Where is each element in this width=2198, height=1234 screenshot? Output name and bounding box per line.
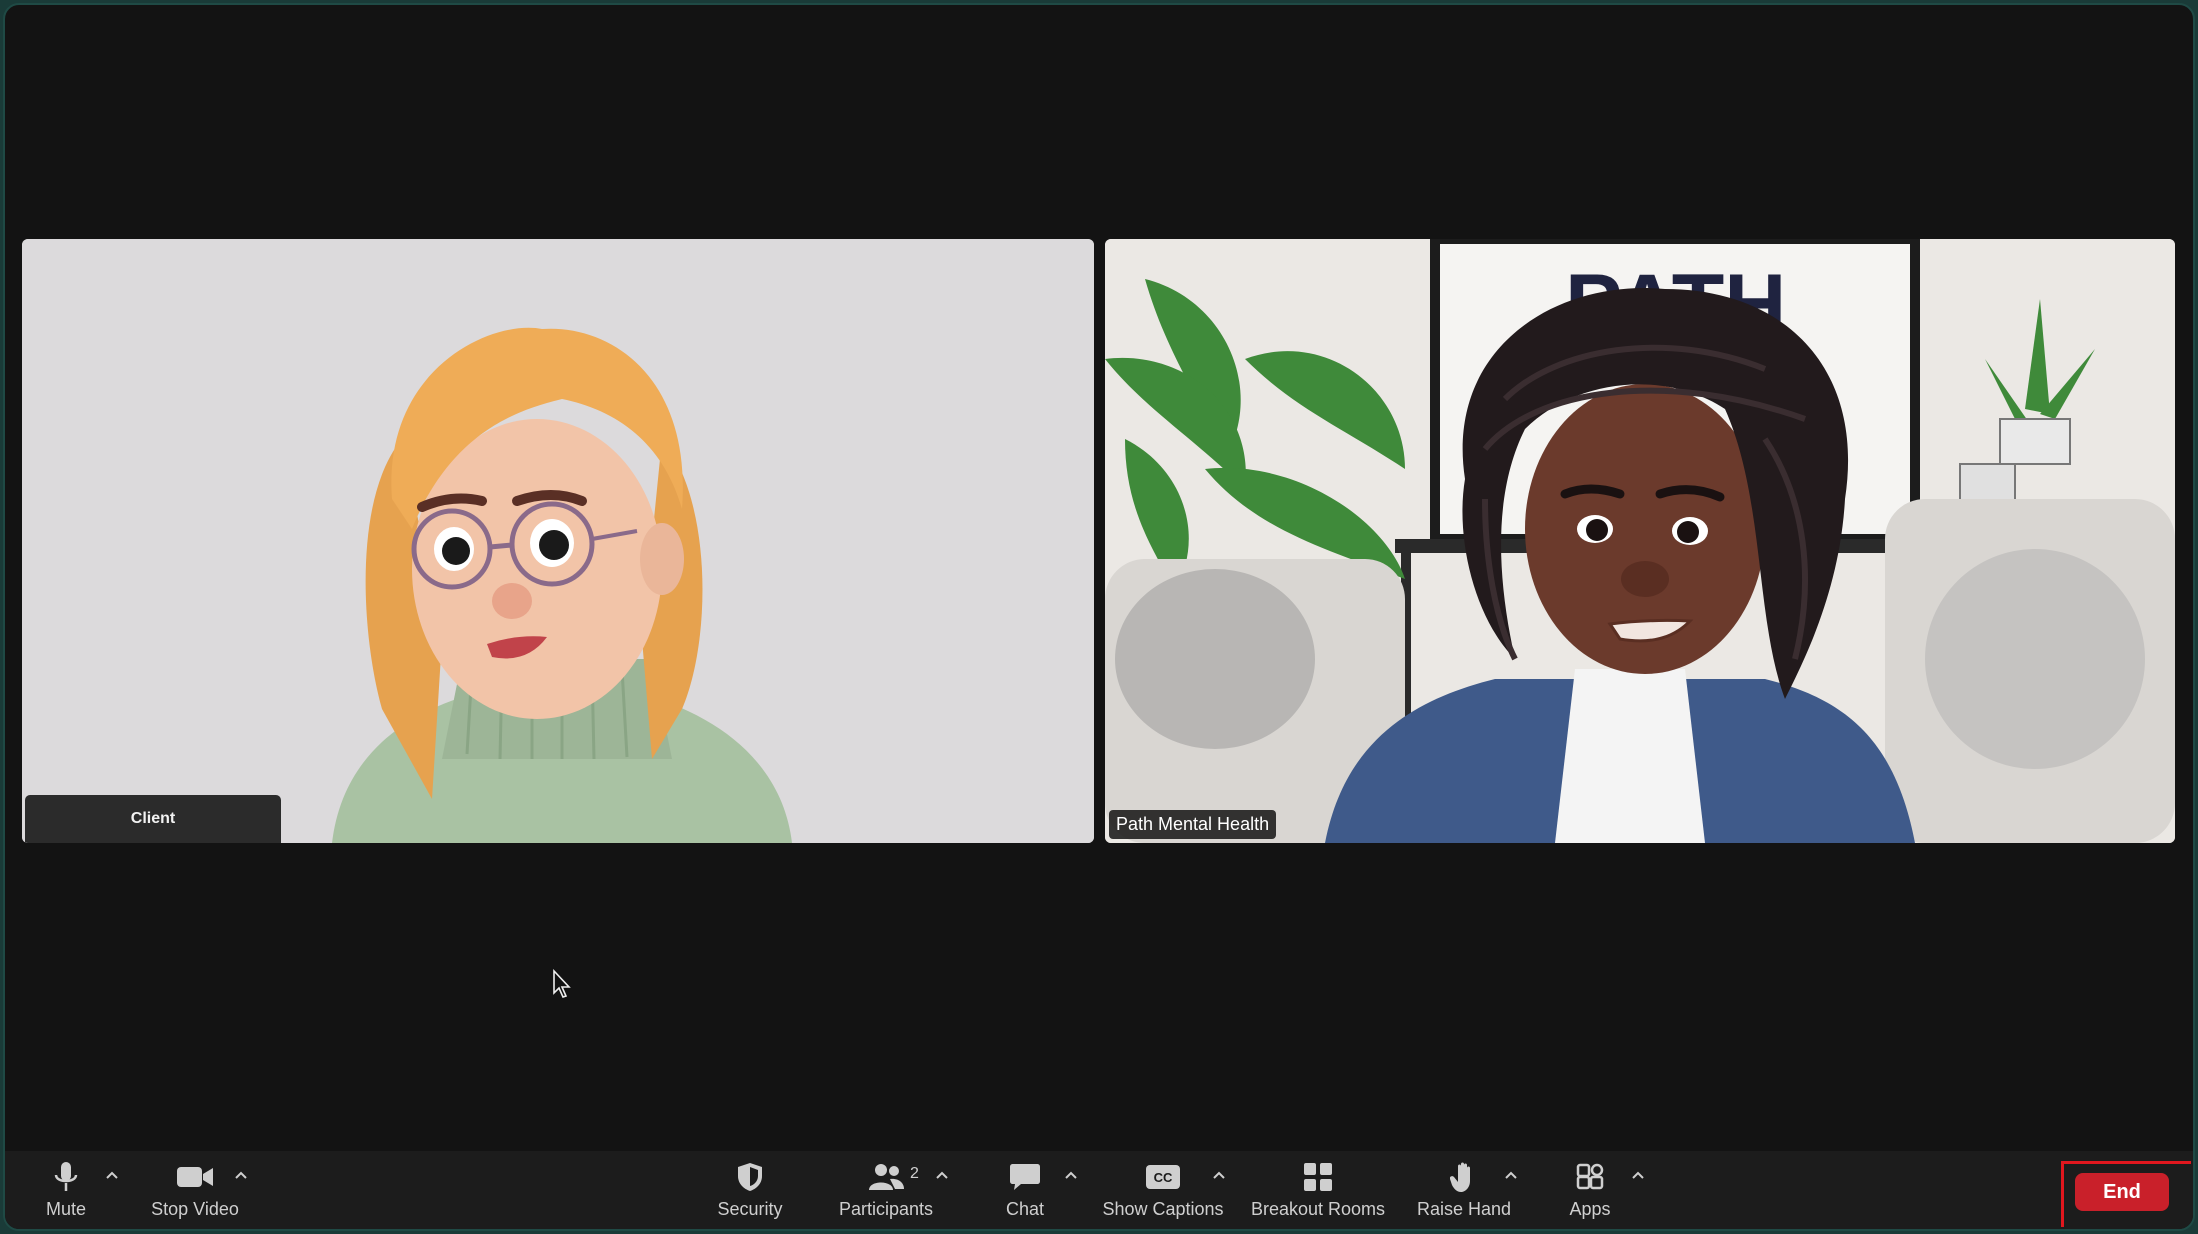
chat-options-chevron-up-icon[interactable] [1064, 1169, 1078, 1181]
captions-options-chevron-up-icon[interactable] [1212, 1169, 1226, 1181]
mouse-cursor-icon [553, 969, 571, 998]
participants-button[interactable]: 2 Participants [833, 1159, 939, 1225]
client-avatar-image [22, 239, 1094, 843]
hand-icon [1450, 1162, 1470, 1192]
participant-name-bar: Client [25, 795, 281, 843]
show-captions-button[interactable]: CC Show Captions [1100, 1159, 1226, 1225]
participant-name-tag: Path Mental Health [1109, 810, 1277, 839]
apps-icon [1576, 1163, 1604, 1190]
people-icon [869, 1164, 904, 1190]
raise-hand-button[interactable]: Raise Hand [1416, 1159, 1512, 1225]
chat-bubble-icon [1010, 1164, 1040, 1190]
grid-icon [1304, 1163, 1332, 1191]
end-meeting-button[interactable]: End [2075, 1173, 2169, 1211]
video-camera-icon [177, 1167, 213, 1187]
svg-text:CC: CC [1154, 1170, 1173, 1185]
meeting-toolbar: Mute Stop Video Security 2 Participants … [5, 1151, 2193, 1229]
mute-button[interactable]: Mute [41, 1159, 91, 1225]
video-options-chevron-up-icon[interactable] [234, 1169, 248, 1181]
stop-video-button[interactable]: Stop Video [145, 1159, 245, 1225]
participant-count: 2 [910, 1165, 919, 1182]
meeting-window: Client PATH [3, 3, 2195, 1231]
participants-options-chevron-up-icon[interactable] [935, 1169, 949, 1181]
video-tile-path-mental-health[interactable]: PATH [1105, 239, 2175, 843]
shield-icon [738, 1163, 762, 1191]
raise-hand-options-chevron-up-icon[interactable] [1504, 1169, 1518, 1181]
breakout-rooms-button[interactable]: Breakout Rooms [1250, 1159, 1386, 1225]
video-tile-client[interactable]: Client [22, 239, 1094, 843]
chat-button[interactable]: Chat [995, 1159, 1055, 1225]
apps-options-chevron-up-icon[interactable] [1631, 1169, 1645, 1181]
security-button[interactable]: Security [710, 1159, 790, 1225]
captions-icon: CC [1146, 1165, 1180, 1189]
microphone-icon [54, 1162, 78, 1191]
apps-button[interactable]: Apps [1560, 1159, 1620, 1225]
host-avatar-image: PATH [1105, 239, 2175, 843]
mute-options-chevron-up-icon[interactable] [105, 1169, 119, 1181]
